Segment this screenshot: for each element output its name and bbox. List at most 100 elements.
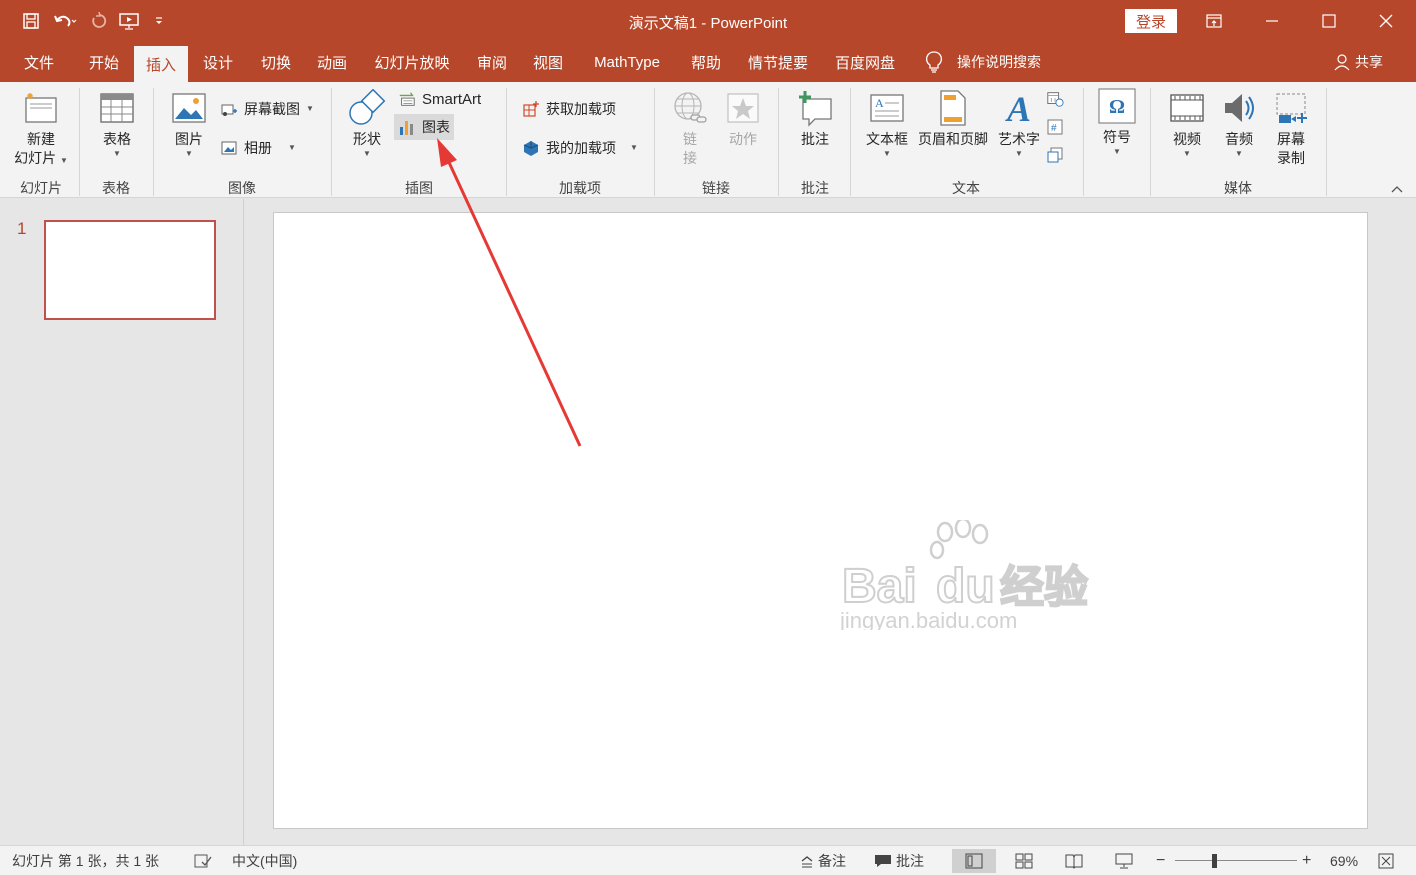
audio-label: 音频 (1225, 131, 1253, 147)
object-button[interactable] (1046, 144, 1072, 166)
tab-review[interactable]: 审阅 (466, 42, 518, 82)
normal-view-icon[interactable] (952, 849, 996, 873)
ribbon-separator (1326, 88, 1327, 196)
smartart-label: SmartArt (422, 90, 482, 108)
screenshot-button[interactable]: 屏幕截图 ▼ (216, 96, 318, 122)
ribbon-separator (778, 88, 779, 196)
table-icon (97, 88, 137, 128)
pictures-label: 图片 (175, 131, 203, 147)
watermark-url: jingyan.baidu.com (840, 608, 1017, 630)
comment-button[interactable]: 批注 (790, 88, 840, 149)
object-icon (1046, 146, 1064, 164)
tab-file[interactable]: 文件 (14, 42, 64, 82)
zoom-in-button[interactable]: + (1302, 846, 1311, 875)
undo-icon[interactable] (48, 8, 82, 34)
tab-insert[interactable]: 插入 (134, 46, 188, 82)
group-label-images: 图像 (228, 180, 256, 196)
close-icon[interactable] (1358, 0, 1414, 42)
symbol-button[interactable]: Ω 符号 ▼ (1092, 86, 1142, 157)
chevron-down-icon: ▼ (883, 149, 891, 158)
zoom-out-button[interactable]: − (1156, 846, 1165, 875)
link-globe-icon (670, 88, 710, 128)
save-icon[interactable] (18, 8, 44, 34)
comments-button[interactable]: 批注 (874, 846, 924, 875)
tab-view[interactable]: 视图 (522, 42, 574, 82)
notes-button[interactable]: 备注 (800, 846, 846, 875)
symbol-label: 符号 (1103, 129, 1131, 145)
audio-button[interactable]: 音频 ▼ (1214, 88, 1264, 159)
collapse-ribbon-icon[interactable] (1390, 182, 1404, 194)
chevron-down-icon: ▼ (113, 149, 121, 158)
link-button[interactable]: 链 接 (666, 88, 714, 168)
tab-design[interactable]: 设计 (192, 42, 244, 82)
tell-me-search[interactable]: 操作说明搜索 (925, 42, 1041, 82)
reading-view-icon[interactable] (1052, 849, 1096, 873)
redo-icon[interactable] (86, 8, 112, 34)
header-footer-button[interactable]: 页眉和页脚 (914, 88, 992, 149)
fit-to-window-icon[interactable] (1378, 846, 1394, 875)
person-icon (1334, 54, 1350, 71)
shapes-button[interactable]: 形状 ▼ (342, 88, 392, 159)
table-label: 表格 (103, 131, 131, 147)
spell-check-icon[interactable] (194, 846, 212, 875)
tab-home[interactable]: 开始 (78, 42, 130, 82)
date-time-button[interactable] (1046, 88, 1072, 110)
minimize-icon[interactable] (1244, 0, 1300, 42)
ribbon-display-options-icon[interactable] (1186, 0, 1242, 42)
bar-chart-icon (398, 118, 416, 136)
zoom-level[interactable]: 69% (1330, 846, 1358, 875)
zoom-slider-thumb[interactable] (1212, 854, 1217, 868)
login-button[interactable]: 登录 (1125, 9, 1177, 33)
header-footer-label: 页眉和页脚 (918, 131, 988, 147)
customize-qat-icon[interactable] (146, 8, 172, 34)
tab-slideshow[interactable]: 幻灯片放映 (364, 42, 460, 82)
group-label-tables: 表格 (102, 180, 130, 196)
slide-number-button[interactable]: # (1046, 116, 1072, 138)
get-addins-button[interactable]: 获取加载项 (518, 96, 620, 122)
tab-storyboarding[interactable]: 情节提要 (740, 42, 816, 82)
tab-help[interactable]: 帮助 (680, 42, 732, 82)
textbox-button[interactable]: A 文本框 ▼ (860, 88, 914, 159)
photo-album-button[interactable]: 相册 ▼ (216, 135, 300, 161)
link-label-2: 接 (683, 150, 697, 166)
video-button[interactable]: 视频 ▼ (1162, 88, 1212, 159)
ribbon-separator (331, 88, 332, 196)
table-button[interactable]: 表格 ▼ (92, 88, 142, 159)
slide-thumbnail[interactable] (44, 220, 216, 320)
new-slide-button[interactable]: 新建 幻灯片 ▼ (12, 88, 70, 168)
status-bar: 幻灯片 第 1 张，共 1 张 中文(中国) 备注 批注 − + 69% (0, 845, 1416, 875)
quick-access-toolbar (18, 8, 172, 34)
tab-mathtype[interactable]: MathType (580, 42, 674, 82)
start-slideshow-icon[interactable] (116, 8, 142, 34)
slide-number: 1 (17, 219, 27, 238)
share-button[interactable]: 共享 (1333, 42, 1383, 82)
watermark-bai: Bai (842, 560, 917, 613)
photo-album-icon (220, 139, 238, 157)
screen-recording-button[interactable]: 屏幕 录制 (1266, 88, 1316, 168)
group-label-slides: 幻灯片 (20, 180, 62, 196)
language-status[interactable]: 中文(中国) (232, 846, 297, 875)
wordart-label: 艺术字 (998, 131, 1040, 147)
screenshot-label: 屏幕截图 (244, 101, 300, 117)
action-star-icon (723, 88, 763, 128)
screen-recording-label-2: 录制 (1277, 150, 1305, 166)
smartart-button[interactable]: SmartArt (394, 86, 485, 112)
slide-thumbnails-pane: 1 (0, 199, 244, 845)
action-button[interactable]: 动作 (718, 88, 768, 149)
slide-sorter-view-icon[interactable] (1002, 849, 1046, 873)
watermark-du: du (936, 560, 995, 613)
chart-button[interactable]: 图表 (394, 114, 454, 140)
slide-canvas[interactable] (273, 212, 1368, 829)
slide-info: 幻灯片 第 1 张，共 1 张 (12, 853, 160, 869)
my-addins-button[interactable]: 我的加载项 ▼ (518, 135, 642, 161)
tab-baidu-netdisk[interactable]: 百度网盘 (826, 42, 904, 82)
pictures-button[interactable]: 图片 ▼ (164, 88, 214, 159)
maximize-icon[interactable] (1301, 0, 1357, 42)
tab-transitions[interactable]: 切换 (250, 42, 302, 82)
group-label-text: 文本 (952, 180, 980, 196)
ribbon: 新建 幻灯片 ▼ 幻灯片 表格 ▼ 表格 图片 ▼ 屏幕截图 ▼ 相册 ▼ 图像… (0, 82, 1416, 198)
zoom-slider-track[interactable] (1175, 860, 1297, 861)
tab-animations[interactable]: 动画 (306, 42, 358, 82)
slideshow-view-icon[interactable] (1102, 849, 1146, 873)
wordart-button[interactable]: A 艺术字 ▼ (994, 88, 1044, 159)
